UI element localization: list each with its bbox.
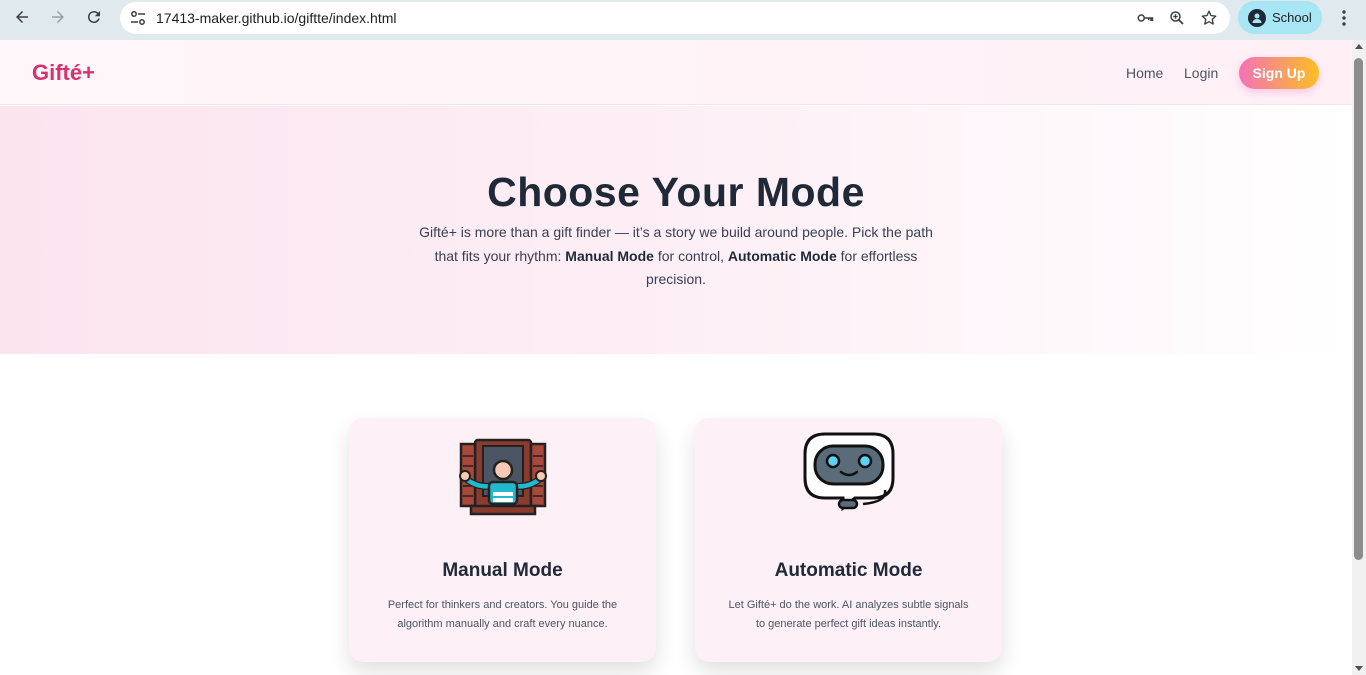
profile-label: School: [1272, 10, 1312, 25]
back-icon[interactable]: [4, 0, 40, 34]
zoom-icon[interactable]: [1168, 9, 1186, 27]
hero-description: Gifté+ is more than a gift finder — it’s…: [406, 221, 946, 292]
reload-icon[interactable]: [76, 0, 112, 34]
profile-button[interactable]: School: [1238, 1, 1322, 34]
manual-mode-card[interactable]: Manual Mode Perfect for thinkers and cre…: [349, 418, 656, 662]
profile-icon: [1248, 8, 1266, 27]
browser-toolbar: 17413-maker.github.io/giftte/index.html …: [0, 0, 1366, 40]
site-header: Gifté+ Home Login Sign Up: [0, 40, 1352, 105]
hero-auto-strong: Automatic Mode: [727, 247, 837, 264]
site-info-icon[interactable]: [120, 10, 156, 26]
page-scrollbar[interactable]: [1352, 40, 1366, 675]
automatic-mode-description: Let Gifté+ do the work. AI analyzes subt…: [728, 599, 969, 630]
automatic-mode-title: Automatic Mode: [774, 560, 923, 581]
address-bar[interactable]: 17413-maker.github.io/giftte/index.html: [120, 2, 1230, 34]
nav-login-link[interactable]: Login: [1184, 65, 1218, 81]
page-viewport: Gifté+ Home Login Sign Up Choose Your Mo…: [0, 40, 1352, 675]
scroll-up-arrow-icon[interactable]: [1355, 44, 1363, 49]
scrollbar-thumb[interactable]: [1354, 58, 1363, 560]
scroll-down-arrow-icon[interactable]: [1355, 666, 1363, 671]
forward-icon[interactable]: [40, 0, 76, 34]
logo[interactable]: Gifté+: [32, 60, 95, 86]
robot-chat-icon: [803, 428, 895, 520]
key-icon[interactable]: [1136, 9, 1154, 27]
signup-button[interactable]: Sign Up: [1239, 57, 1319, 89]
star-icon[interactable]: [1200, 9, 1218, 27]
hero-text-part: for control,: [653, 247, 728, 264]
hero-section: Choose Your Mode Gifté+ is more than a g…: [0, 106, 1352, 354]
page-title: Choose Your Mode: [487, 169, 865, 215]
person-at-window-icon: [457, 428, 549, 520]
hero-manual-strong: Manual Mode: [565, 247, 654, 264]
url-text[interactable]: 17413-maker.github.io/giftte/index.html: [156, 10, 396, 26]
manual-mode-title: Manual Mode: [442, 560, 563, 581]
menu-icon[interactable]: [1334, 6, 1354, 30]
automatic-mode-card[interactable]: Automatic Mode Let Gifté+ do the work. A…: [695, 418, 1002, 662]
nav-home-link[interactable]: Home: [1126, 65, 1163, 81]
manual-mode-description: Perfect for thinkers and creators. You g…: [387, 599, 618, 630]
